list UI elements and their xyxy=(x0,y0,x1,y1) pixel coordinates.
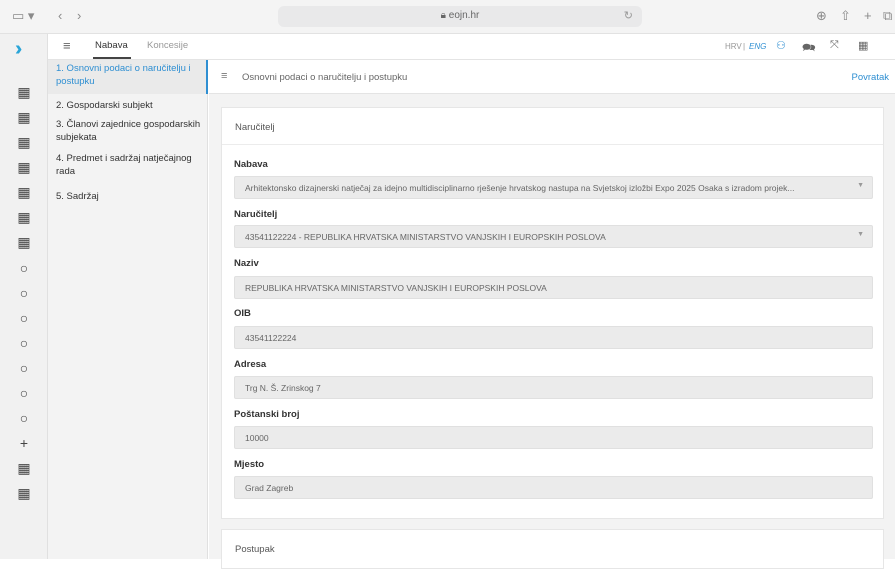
expand-icon[interactable]: ⤧ xyxy=(830,39,839,52)
chat-icon[interactable]: 🗪︎ xyxy=(802,39,816,58)
oib-value: 43541122224 xyxy=(245,333,297,343)
address-url: eojn.hr xyxy=(448,10,480,21)
grid-icon[interactable]: ▦ xyxy=(0,485,48,501)
field-label-mjesto: Mjesto xyxy=(234,459,265,470)
step-3[interactable]: 3. Članovi zajednice gospodarskih subjek… xyxy=(48,118,208,144)
tab-koncesije[interactable]: Koncesije xyxy=(147,40,188,51)
postanski-broj-field[interactable]: 10000 xyxy=(234,426,873,449)
apps-icon[interactable]: ▦ xyxy=(858,39,868,52)
adresa-value: Trg N. Š. Zrinskog 7 xyxy=(245,383,321,393)
icon-rail: ›› ▦ ▦ ▦ ▦ ▦ ▦ ▦ ○ ○ ○ ○ ○ ○ ○ + ▦ ▦ xyxy=(0,34,48,559)
breadcrumb-title: Osnovni podaci o naručitelju i postupku xyxy=(242,72,408,83)
field-label-postanski-broj: Poštanski broj xyxy=(234,409,300,420)
card-heading: Naručitelj xyxy=(222,108,883,145)
grid-icon[interactable]: ▦ xyxy=(0,184,48,200)
lang-hrv[interactable]: HRV xyxy=(725,42,742,51)
step-active-indicator xyxy=(206,60,208,94)
new-tab-icon[interactable]: + xyxy=(864,8,872,24)
grid-icon[interactable]: ▦ xyxy=(0,109,48,125)
grid-icon[interactable]: ▦ xyxy=(0,234,48,250)
mjesto-field[interactable]: Grad Zagreb xyxy=(234,476,873,499)
field-label-naziv: Naziv xyxy=(234,258,259,269)
circle-icon[interactable]: ○ xyxy=(0,260,48,276)
hamburger-menu-icon[interactable]: ≡ xyxy=(63,38,71,53)
address-bar[interactable]: 🔒︎ eojn.hr ↻ xyxy=(278,6,642,27)
step-4[interactable]: 4. Predmet i sadržaj natječajnog rada xyxy=(48,152,208,178)
grid-icon[interactable]: ▦ xyxy=(0,134,48,150)
naziv-field[interactable]: REPUBLIKA HRVATSKA MINISTARSTVO VANJSKIH… xyxy=(234,276,873,299)
narucitelj-card: Naručitelj Nabava Arhitektonsko dizajner… xyxy=(221,107,884,519)
circle-icon[interactable]: ○ xyxy=(0,360,48,376)
field-label-nabava: Nabava xyxy=(234,159,268,170)
naziv-value: REPUBLIKA HRVATSKA MINISTARSTVO VANJSKIH… xyxy=(245,283,547,293)
postupak-card: Postupak xyxy=(221,529,884,569)
main-content: ≡ Osnovni podaci o naručitelju i postupk… xyxy=(209,60,895,569)
lang-eng[interactable]: ENG xyxy=(749,42,766,51)
field-label-narucitelj: Naručitelj xyxy=(234,209,278,220)
breadcrumb: ≡ Osnovni podaci o naručitelju i postupk… xyxy=(209,60,895,94)
reload-icon[interactable]: ↻ xyxy=(624,9,633,22)
step-5[interactable]: 5. Sadržaj xyxy=(48,190,208,203)
field-label-oib: OIB xyxy=(234,308,251,319)
step-2[interactable]: 2. Gospodarski subjekt xyxy=(48,99,208,112)
card-heading: Postupak xyxy=(235,544,275,555)
nabava-select[interactable]: Arhitektonsko dizajnerski natječaj za id… xyxy=(234,176,873,199)
tab-active-indicator xyxy=(93,57,131,59)
chevron-down-icon: ▼ xyxy=(857,231,864,238)
adresa-field[interactable]: Trg N. Š. Zrinskog 7 xyxy=(234,376,873,399)
postanski-broj-value: 10000 xyxy=(245,433,269,443)
oib-field[interactable]: 43541122224 xyxy=(234,326,873,349)
circle-icon[interactable]: ○ xyxy=(0,285,48,301)
back-icon[interactable]: ‹ xyxy=(58,8,62,24)
user-badge-icon[interactable]: ⚇ xyxy=(776,39,786,52)
grid-icon[interactable]: ▦ xyxy=(0,84,48,100)
circle-icon[interactable]: ○ xyxy=(0,310,48,326)
grid-icon[interactable]: ▦ xyxy=(0,159,48,175)
steps-panel: 1. Osnovni podaci o naručitelju i postup… xyxy=(48,60,208,559)
circle-icon[interactable]: ○ xyxy=(0,335,48,351)
tabs-overview-icon[interactable]: ⧉ xyxy=(883,8,892,24)
plus-icon[interactable]: + xyxy=(0,435,48,451)
grid-icon[interactable]: ▦ xyxy=(0,209,48,225)
circle-icon[interactable]: ○ xyxy=(0,410,48,426)
mjesto-value: Grad Zagreb xyxy=(245,483,294,493)
chevron-down-icon: ▼ xyxy=(857,182,864,189)
back-link[interactable]: Povratak xyxy=(852,72,890,83)
step-1[interactable]: 1. Osnovni podaci o naručitelju i postup… xyxy=(48,60,208,94)
browser-toolbar: ▭ ▾ ‹ › 🔒︎ eojn.hr ↻ ⊕ ⇧ + ⧉ xyxy=(0,0,895,34)
tab-nabava[interactable]: Nabava xyxy=(95,40,128,51)
narucitelj-select[interactable]: 43541122224 - REPUBLIKA HRVATSKA MINISTA… xyxy=(234,225,873,248)
grid-icon[interactable]: ▦ xyxy=(0,460,48,476)
download-icon[interactable]: ⊕ xyxy=(816,8,827,24)
narucitelj-value: 43541122224 - REPUBLIKA HRVATSKA MINISTA… xyxy=(245,232,606,242)
share-icon[interactable]: ⇧ xyxy=(840,8,851,24)
nabava-value: Arhitektonsko dizajnerski natječaj za id… xyxy=(245,183,795,193)
logo-icon[interactable]: ›› xyxy=(15,38,24,61)
forward-icon[interactable]: › xyxy=(77,8,81,24)
circle-icon[interactable]: ○ xyxy=(0,385,48,401)
list-icon[interactable]: ≡ xyxy=(221,70,227,82)
lock-icon: 🔒︎ xyxy=(440,10,449,21)
sidebar-toggle-icon[interactable]: ▭ ▾ xyxy=(12,8,34,24)
app-bar: ≡ Nabava Koncesije HRV | ENG ⚇ 🗪︎ ⤧ ▦ xyxy=(48,34,895,60)
field-label-adresa: Adresa xyxy=(234,359,267,370)
lang-separator: | xyxy=(743,42,746,51)
step-label: 1. Osnovni podaci o naručitelju i postup… xyxy=(56,63,191,87)
